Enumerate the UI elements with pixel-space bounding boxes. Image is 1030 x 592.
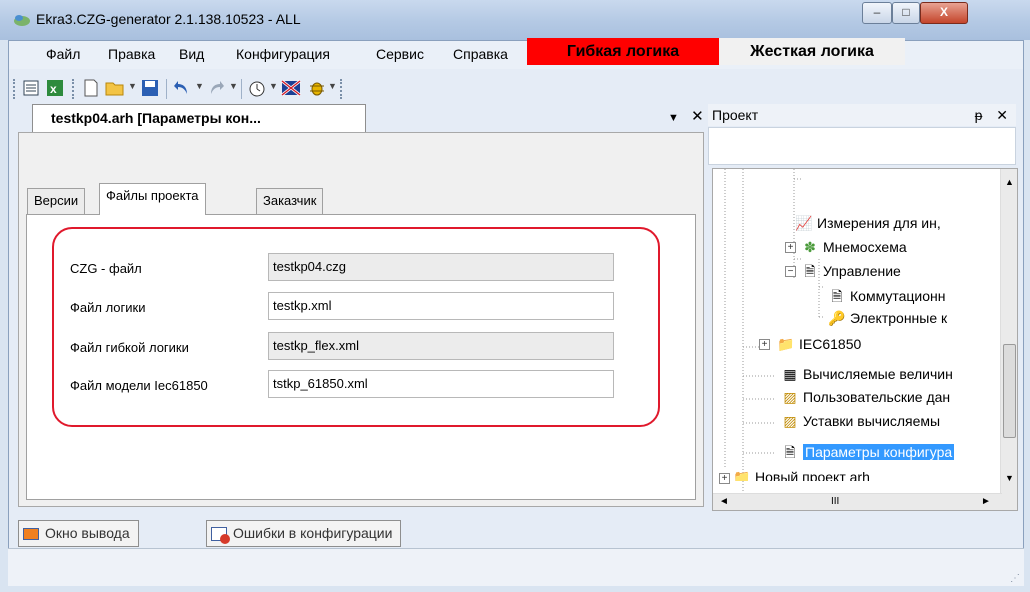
vertical-scroll-thumb[interactable]: [1003, 344, 1016, 438]
scroll-up-icon[interactable]: ▲: [1005, 177, 1014, 187]
redo-icon[interactable]: [206, 79, 226, 99]
app-icon: [14, 15, 30, 26]
expand-icon[interactable]: +: [759, 339, 770, 350]
save-icon[interactable]: [140, 79, 160, 99]
new-file-icon[interactable]: [81, 79, 101, 99]
flex-logic-file-label: Файл гибкой логики: [70, 340, 189, 355]
toolbar-grip-3[interactable]: [340, 79, 343, 99]
status-bar: ⋰: [8, 548, 1024, 586]
czg-file-label: CZG - файл: [70, 261, 142, 276]
tree-item-calculated-values[interactable]: ▦ Вычисляемые величин: [781, 364, 952, 384]
document-tab[interactable]: testkp04.arh [Параметры кон...: [32, 104, 366, 132]
menu-configuration[interactable]: Конфигурация: [236, 46, 330, 62]
error-config-icon: [211, 527, 230, 545]
bug-icon[interactable]: [307, 79, 327, 99]
chart-icon: 📈: [795, 215, 813, 231]
project-panel-header: Проект ᵽ ✕: [708, 104, 1016, 126]
document-icon: 🗎: [831, 288, 843, 304]
menu-view[interactable]: Вид: [179, 46, 204, 62]
project-files-page: CZG - файл testkp04.czg Файл логики test…: [26, 214, 696, 500]
project-tree[interactable]: 📈 Измерения для ин, + ✽ Мнемосхема − 🗎 Упра…: [712, 168, 1018, 511]
tab-config-errors[interactable]: Ошибки в конфигурации: [206, 520, 402, 547]
toolbar: x ▼ ▼ ▼ ▼ ▼: [9, 71, 1023, 105]
undo-icon[interactable]: [172, 79, 192, 99]
czg-file-field: testkp04.czg: [268, 253, 614, 281]
pin-icon[interactable]: ᵽ: [975, 107, 983, 123]
flex-logic-button[interactable]: Гибкая логика: [527, 38, 719, 65]
resize-grip-icon[interactable]: ⋰: [1010, 573, 1020, 584]
chevron-down-icon[interactable]: ▼: [229, 81, 238, 91]
menu-help[interactable]: Справка: [453, 46, 508, 62]
toolbar-separator: [166, 79, 167, 99]
iec61850-model-file-field[interactable]: tstkp_61850.xml: [268, 370, 614, 398]
expand-icon[interactable]: +: [719, 473, 730, 484]
document-controls: ▼ ✕: [668, 107, 704, 125]
list-icon[interactable]: [21, 79, 41, 99]
user-data-icon: ▨: [783, 389, 797, 405]
tree-item-calculated-settings[interactable]: ▨ Уставки вычисляемы: [781, 411, 940, 431]
flag-icon[interactable]: [281, 79, 301, 99]
logic-file-label: Файл логики: [70, 300, 146, 315]
menu-file[interactable]: Файл: [46, 46, 80, 62]
toolbar-grip-2[interactable]: [72, 79, 75, 99]
dropdown-icon[interactable]: ▼: [668, 112, 679, 124]
document-icon: 🗎: [804, 263, 816, 279]
logic-file-field[interactable]: testkp.xml: [268, 292, 614, 320]
vertical-scrollbar[interactable]: ▲ ▼: [1000, 169, 1017, 510]
toolbar-grip[interactable]: [13, 79, 16, 99]
maximize-button[interactable]: □: [892, 2, 920, 24]
menu-edit[interactable]: Правка: [108, 46, 155, 62]
excel-icon[interactable]: x: [45, 79, 65, 99]
horizontal-scrollbar[interactable]: ◄ III ►: [713, 493, 1002, 510]
tab-output-window[interactable]: Окно вывода: [18, 520, 139, 547]
user-data-icon: ▨: [783, 413, 797, 429]
tree-item-electronic-keys[interactable]: 🔑 Электронные к: [828, 308, 947, 328]
iec61850-model-file-label: Файл модели Iec61850: [70, 378, 208, 393]
hard-logic-button[interactable]: Жесткая логика: [719, 38, 905, 65]
minimize-button[interactable]: –: [862, 2, 892, 24]
document-icon: 🗎: [784, 444, 796, 460]
chevron-down-icon[interactable]: ▼: [328, 81, 337, 91]
tree-item-user-data[interactable]: ▨ Пользовательские дан: [781, 387, 950, 407]
tree-item-control[interactable]: 🗎 Управление: [801, 261, 900, 281]
svg-text:x: x: [50, 82, 57, 96]
scroll-down-icon[interactable]: ▼: [1005, 473, 1014, 483]
scroll-left-icon[interactable]: ◄: [719, 496, 729, 507]
title-bar: Ekra3.CZG-generator 2.1.138.10523 - ALL …: [0, 0, 1030, 40]
expand-icon[interactable]: +: [785, 242, 796, 253]
menu-service[interactable]: Сервис: [376, 46, 424, 62]
key-icon: 🔑: [828, 310, 846, 326]
project-panel-title: Проект: [712, 107, 759, 123]
close-icon[interactable]: ✕: [691, 108, 704, 125]
window-title: Ekra3.CZG-generator 2.1.138.10523 - ALL: [36, 11, 301, 27]
tab-project-files[interactable]: Файлы проекта: [99, 183, 206, 215]
tree-item-config-params[interactable]: 🗎 Параметры конфигура: [781, 442, 955, 462]
close-icon[interactable]: ✕: [996, 107, 1008, 123]
tree-item-new-project[interactable]: 📁 Новый проект arh: [733, 467, 870, 481]
chevron-down-icon[interactable]: ▼: [128, 81, 137, 91]
tree-item-measurements[interactable]: 📈 Измерения для ин,: [795, 213, 940, 233]
tab-customer[interactable]: Заказчик: [256, 188, 324, 214]
tree-item-switching[interactable]: 🗎 Коммутационн: [828, 286, 945, 306]
toolbar-separator: [241, 79, 242, 99]
open-folder-icon[interactable]: [105, 79, 125, 99]
close-window-button[interactable]: X: [920, 2, 968, 24]
timer-icon[interactable]: [247, 79, 267, 99]
chevron-down-icon[interactable]: ▼: [195, 81, 204, 91]
calculator-icon: ▦: [783, 366, 797, 382]
project-toolbar-strip: [708, 127, 1016, 165]
chevron-down-icon[interactable]: ▼: [269, 81, 278, 91]
flex-logic-file-field: testkp_flex.xml: [268, 332, 614, 360]
output-window-icon: [23, 528, 39, 541]
tab-versions[interactable]: Версии: [27, 188, 86, 214]
folder-icon: 📁: [777, 336, 795, 352]
tree-item-mnemoscheme[interactable]: ✽ Мнемосхема: [801, 237, 907, 257]
scroll-right-icon[interactable]: ►: [981, 496, 991, 507]
horizontal-scroll-thumb[interactable]: III: [831, 496, 839, 507]
tree-item-iec61850[interactable]: 📁 IEC61850: [777, 334, 861, 354]
collapse-icon[interactable]: −: [785, 266, 796, 277]
folder-icon: 📁: [733, 469, 751, 481]
document-area: Версии Файлы проекта Заказчик CZG - файл…: [18, 132, 704, 507]
graph-icon: ✽: [804, 239, 816, 255]
